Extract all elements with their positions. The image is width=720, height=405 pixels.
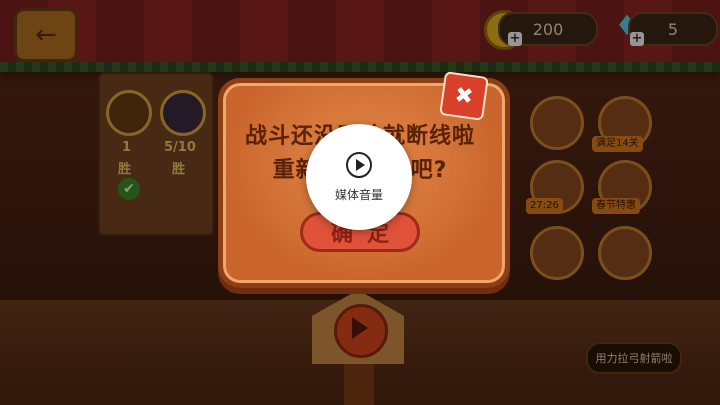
close-button[interactable]: ✖ [439,71,489,121]
play-circle-icon [346,151,372,178]
media-volume-label: 媒体音量 [334,187,383,202]
close-icon: ✖ [453,82,475,110]
media-volume-popup[interactable]: 媒体音量 [306,124,412,230]
